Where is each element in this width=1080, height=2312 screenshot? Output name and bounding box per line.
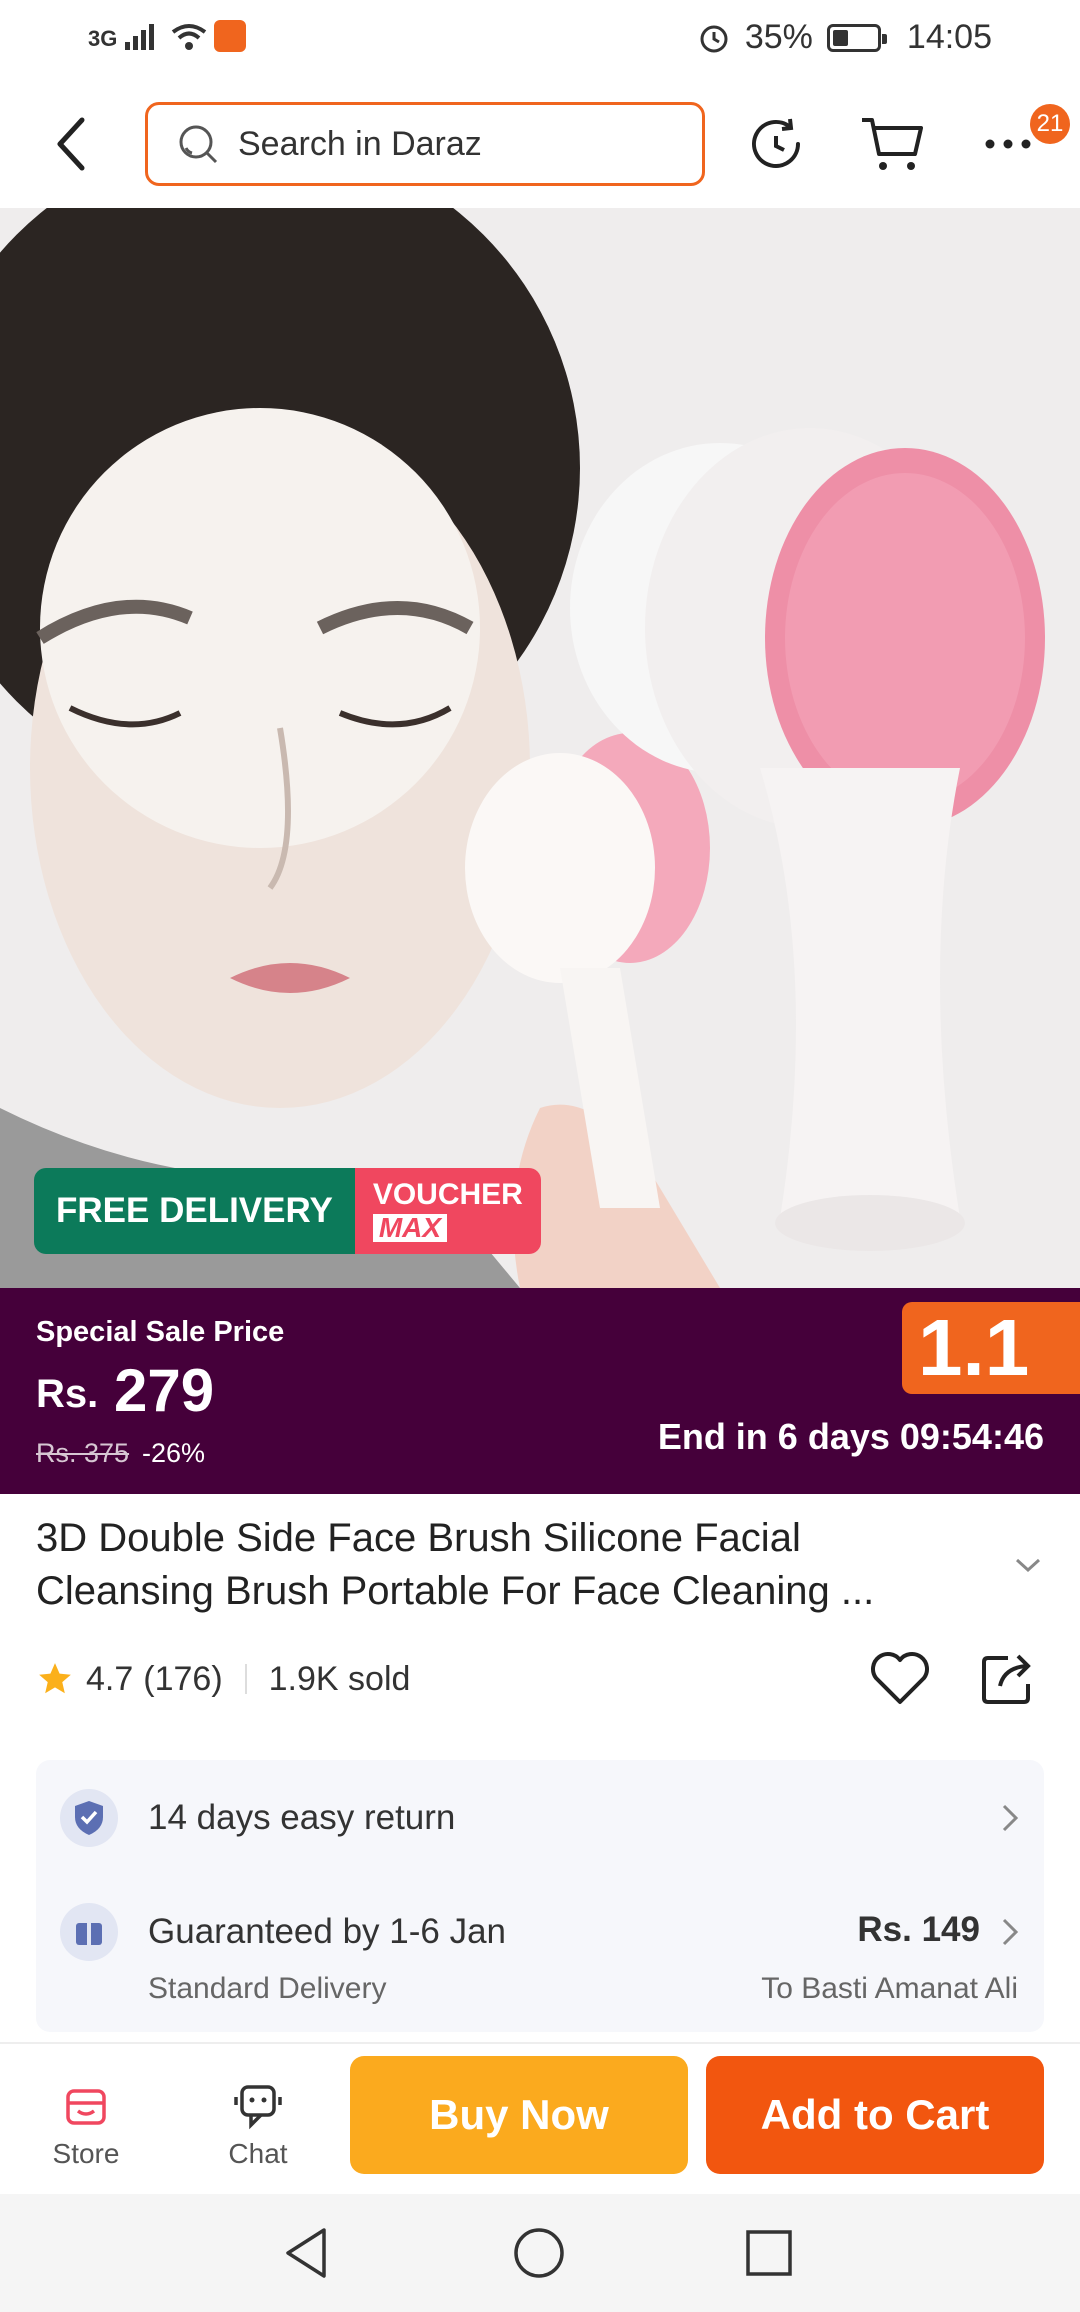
notification-badge: 21 bbox=[1030, 104, 1070, 144]
chevron-down-icon bbox=[1015, 1558, 1041, 1573]
shield-check-icon bbox=[75, 1801, 103, 1835]
divider bbox=[244, 1664, 247, 1694]
price-currency: Rs. bbox=[36, 1372, 99, 1416]
expand-title-button[interactable] bbox=[1014, 1556, 1042, 1579]
delivery-row[interactable]: Guaranteed by 1-6 Jan Rs. 149 bbox=[60, 1902, 1020, 1962]
chevron-right-icon bbox=[1002, 1804, 1019, 1832]
rating-value: 4.7 bbox=[86, 1659, 134, 1698]
special-sale-label: Special Sale Price bbox=[36, 1316, 285, 1348]
sale-event-badge: 1.1 bbox=[902, 1302, 1080, 1394]
cart-button[interactable] bbox=[856, 108, 928, 180]
review-count: (176) bbox=[143, 1659, 223, 1698]
store-icon bbox=[66, 2089, 106, 2125]
store-label: Store bbox=[52, 2138, 120, 2169]
product-title-line1: 3D Double Side Face Brush Silicone Facia… bbox=[36, 1516, 801, 1560]
system-back-button[interactable] bbox=[282, 2226, 330, 2285]
voucher-tag-line1: VOUCHER bbox=[372, 1178, 523, 1211]
more-icon bbox=[985, 139, 1031, 149]
search-icon bbox=[179, 125, 218, 164]
chat-icon bbox=[234, 2085, 282, 2130]
price-banner: Special Sale Price Rs. 279 Rs. 375 -26% … bbox=[0, 1288, 1080, 1494]
wishlist-button[interactable] bbox=[868, 1648, 932, 1713]
network-type: 3G bbox=[88, 26, 118, 51]
delivery-type: Standard Delivery bbox=[148, 1972, 387, 2005]
return-policy-row[interactable]: 14 days easy return bbox=[60, 1788, 1020, 1848]
delivery-info-card: 14 days easy return Guaranteed by 1-6 Ja… bbox=[36, 1760, 1044, 2032]
delivery-badge-circle bbox=[60, 1903, 118, 1961]
store-button[interactable]: Store bbox=[26, 2082, 146, 2170]
battery-level bbox=[832, 29, 848, 46]
network-indicator: 3G bbox=[88, 20, 246, 52]
delivery-guarantee-text: Guaranteed by 1-6 Jan bbox=[148, 1912, 507, 1951]
product-image[interactable] bbox=[0, 208, 1080, 1288]
system-home-button[interactable] bbox=[512, 2226, 566, 2285]
chat-button[interactable]: Chat bbox=[198, 2082, 318, 2170]
heart-icon bbox=[871, 1652, 929, 1704]
discount-percent: -26% bbox=[142, 1438, 206, 1468]
back-arrow-icon bbox=[57, 117, 85, 171]
app-notification-icon bbox=[213, 20, 246, 52]
search-placeholder: Search in Daraz bbox=[238, 124, 482, 163]
chevron-right-icon bbox=[1002, 1918, 1019, 1946]
buy-now-button[interactable]: Buy Now bbox=[350, 2056, 688, 2174]
sold-count: 1.9K sold bbox=[268, 1659, 411, 1698]
alarm-icon bbox=[700, 25, 728, 52]
delivery-destination: To Basti Amanat Ali bbox=[761, 1972, 1018, 2005]
share-icon bbox=[982, 1654, 1031, 1704]
product-title-line2: Cleansing Brush Portable For Face Cleani… bbox=[36, 1569, 875, 1613]
free-delivery-tag: FREE DELIVERY bbox=[34, 1168, 355, 1254]
cart-icon bbox=[862, 118, 923, 170]
voucher-max-tag: VOUCHER MAX bbox=[354, 1168, 541, 1254]
circle-home-icon bbox=[514, 2228, 564, 2278]
triangle-back-icon bbox=[286, 2228, 326, 2278]
system-navigation-bar bbox=[0, 2194, 1080, 2312]
sale-countdown: End in 6 days 09:54:46 bbox=[657, 1416, 1044, 1457]
square-recents-icon bbox=[746, 2230, 792, 2276]
history-button[interactable] bbox=[742, 108, 814, 180]
sale-price: 279 bbox=[114, 1357, 215, 1424]
status-right: 35% 14:05 bbox=[697, 18, 992, 57]
chat-label: Chat bbox=[228, 2138, 288, 2169]
rating-row[interactable]: 4.7 (176) 1.9K sold bbox=[36, 1654, 410, 1704]
history-icon bbox=[752, 118, 800, 168]
wifi-icon bbox=[171, 24, 206, 50]
search-bar[interactable]: Search in Daraz bbox=[145, 102, 705, 186]
battery-icon bbox=[826, 23, 887, 52]
status-bar: 3G 35% 14:05 bbox=[0, 0, 1080, 82]
share-button[interactable] bbox=[978, 1648, 1038, 1713]
gift-box-icon bbox=[76, 1923, 102, 1945]
clock: 14:05 bbox=[906, 18, 992, 56]
original-price: Rs. 375 bbox=[36, 1438, 130, 1468]
voucher-tag-line2: MAX bbox=[372, 1214, 448, 1242]
return-policy-text: 14 days easy return bbox=[148, 1798, 456, 1837]
product-photo bbox=[0, 208, 1080, 1288]
battery-percent: 35% bbox=[744, 18, 813, 56]
back-button[interactable] bbox=[36, 108, 108, 180]
bottom-action-bar: Store Chat Buy Now Add to Cart bbox=[0, 2042, 1080, 2194]
promo-tags: FREE DELIVERY VOUCHER MAX bbox=[34, 1168, 541, 1254]
top-nav: Search in Daraz 21 bbox=[0, 82, 1080, 208]
system-recents-button[interactable] bbox=[744, 2228, 794, 2283]
return-badge-circle bbox=[60, 1789, 118, 1847]
star-icon bbox=[39, 1663, 71, 1694]
delivery-price: Rs. 149 bbox=[857, 1910, 980, 1949]
product-title[interactable]: 3D Double Side Face Brush Silicone Facia… bbox=[36, 1512, 996, 1618]
signal-icon bbox=[125, 24, 155, 50]
add-to-cart-button[interactable]: Add to Cart bbox=[706, 2056, 1044, 2174]
